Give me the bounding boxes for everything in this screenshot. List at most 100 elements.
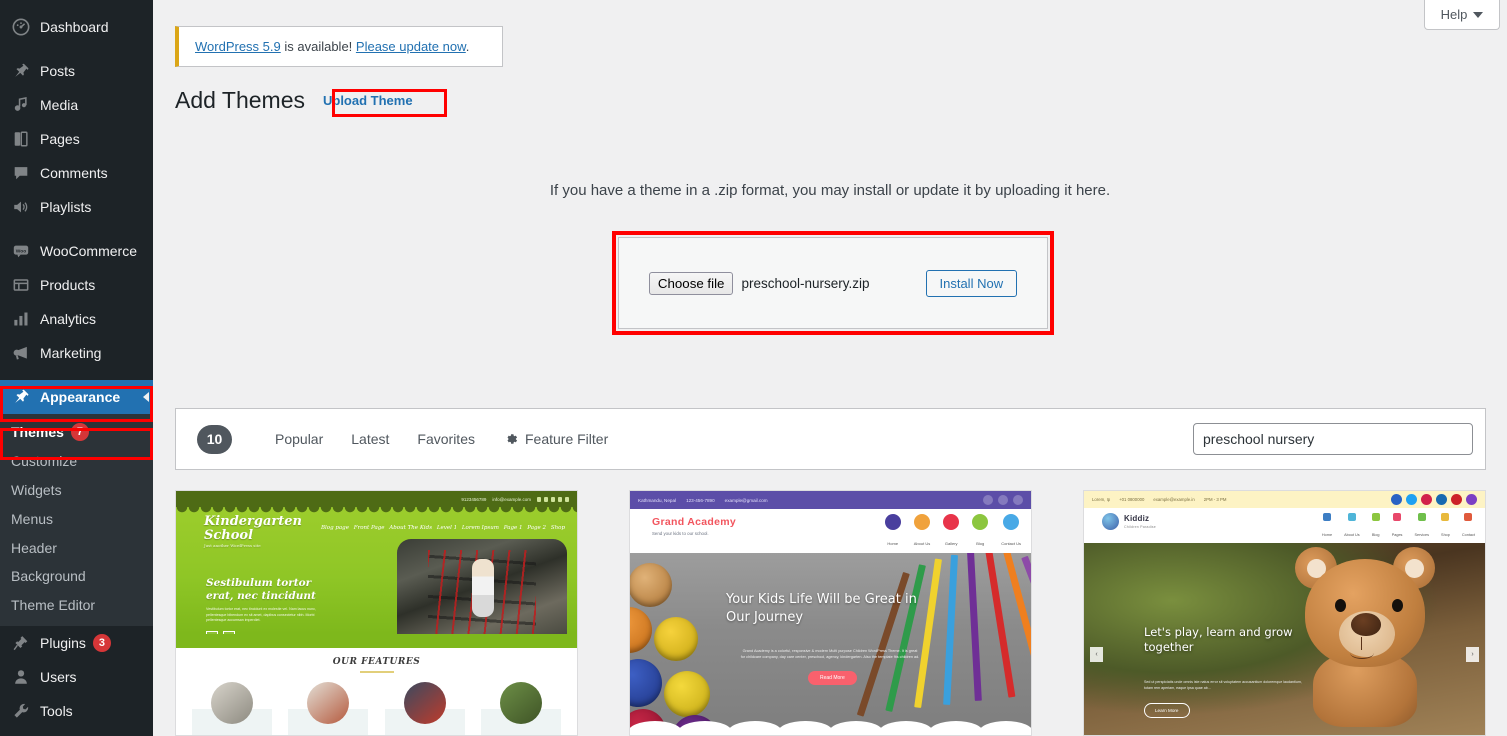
theme-screenshot: Kathmandu, Nepal 123-456-7890 example@gm…: [630, 491, 1031, 735]
theme3-hero: Let's play, learn and grow together Sed …: [1084, 543, 1485, 735]
theme3-cta-button: Learn More: [1144, 703, 1190, 718]
theme2-hero: Your Kids Life Will be Great in Our Jour…: [630, 553, 1031, 735]
comments-icon: [11, 163, 31, 183]
sidebar-item-playlists[interactable]: Playlists: [0, 190, 153, 224]
submenu-arrow-icon: [143, 392, 149, 402]
sidebar-subitem-themes[interactable]: Themes 7: [0, 418, 153, 447]
sidebar-subitem-label: Menus: [11, 510, 54, 527]
sidebar-subitem-widgets[interactable]: Widgets: [0, 476, 153, 505]
bear-eye-right: [1392, 599, 1403, 612]
theme2-hero-text: Grand Academy is a colorful, responsive …: [740, 649, 920, 660]
theme2-menu-item: About Us: [914, 514, 930, 550]
theme3-menu-item: About Us: [1344, 513, 1360, 541]
theme2-topbar-phone: 123-456-7890: [686, 497, 715, 503]
theme2-menu: Home About Us Gallery Blog Contact Us: [884, 514, 1021, 550]
theme2-menu-label: About Us: [913, 541, 931, 546]
sidebar-item-woocommerce[interactable]: Woo WooCommerce: [0, 234, 153, 268]
sidebar-item-label: Playlists: [40, 199, 92, 215]
install-now-button[interactable]: Install Now: [925, 269, 1018, 297]
sidebar-item-posts[interactable]: Posts: [0, 54, 153, 88]
sidebar-subitem-label: Themes: [11, 424, 64, 440]
sidebar-item-dashboard[interactable]: Dashboard: [0, 10, 153, 44]
theme-count-badge: 10: [197, 424, 232, 454]
sidebar-subitem-header[interactable]: Header: [0, 534, 153, 563]
theme2-menu-item: Home: [884, 514, 901, 550]
sidebar-item-products[interactable]: Products: [0, 268, 153, 302]
pages-icon: [1393, 513, 1402, 521]
theme1-logo: Kindergarten School Just another WordPres…: [204, 514, 302, 549]
sidebar-subitem-theme-editor[interactable]: Theme Editor: [0, 591, 153, 620]
theme2-social-icons: [983, 495, 1023, 505]
notice-text: WordPress 5.9 is available! Please updat…: [195, 39, 469, 54]
sidebar-item-comments[interactable]: Comments: [0, 156, 153, 190]
sidebar-subitem-customize[interactable]: Customize: [0, 447, 153, 476]
wordpress-version-link[interactable]: WordPress 5.9: [195, 39, 281, 54]
theme1-feature-image: [499, 682, 542, 724]
sidebar-item-marketing[interactable]: Marketing: [0, 336, 153, 370]
tab-latest[interactable]: Latest: [351, 431, 389, 447]
sidebar-subitem-menus[interactable]: Menus: [0, 505, 153, 534]
feature-filter-label: Feature Filter: [524, 431, 609, 447]
sidebar-item-analytics[interactable]: Analytics: [0, 302, 153, 336]
bear-eye-left: [1335, 599, 1346, 612]
theme2-topbar-location: Kathmandu, Nepal: [638, 497, 677, 503]
feature-filter-button[interactable]: Feature Filter: [503, 431, 608, 447]
theme1-nav-item: Lorem Ipsum: [461, 525, 499, 531]
themes-update-badge: 7: [70, 423, 89, 442]
theme-card-kindergarten-school[interactable]: 9123456789 info@example.com Kindergarten…: [175, 490, 578, 736]
menu-spacer-2: [0, 224, 153, 234]
bear-mouth: [1350, 637, 1374, 659]
sidebar-subitem-background[interactable]: Background: [0, 562, 153, 591]
tab-popular[interactable]: Popular: [275, 431, 323, 447]
theme2-menu-item: Blog: [972, 514, 989, 550]
theme2-nav: Grand Academy Send your kids to our scho…: [630, 509, 1031, 553]
sidebar-item-label: Appearance: [40, 389, 121, 405]
choose-file-button[interactable]: Choose file: [648, 271, 734, 295]
sidebar-item-users[interactable]: Users: [0, 660, 153, 694]
search-input[interactable]: [1193, 423, 1473, 455]
theme1-nav-item: Front Page: [353, 525, 385, 531]
sidebar-item-media[interactable]: Media: [0, 88, 153, 122]
theme3-menu-item: Services: [1414, 513, 1429, 541]
theme1-features-section: OUR FEATURES: [176, 648, 577, 735]
admin-sidebar: Dashboard Posts Media Pages Comments Pla…: [0, 0, 153, 736]
tab-favorites[interactable]: Favorites: [417, 431, 475, 447]
upload-theme-button[interactable]: Upload Theme: [317, 90, 419, 111]
speaker-icon: [11, 197, 31, 217]
theme3-menu-label: Contact: [1461, 533, 1475, 537]
sidebar-item-label: Users: [40, 669, 77, 686]
update-now-link[interactable]: Please update now: [356, 39, 466, 54]
sidebar-item-label: Dashboard: [40, 19, 109, 35]
sidebar-item-label: Tools: [40, 703, 73, 720]
theme1-feature-image: [403, 682, 446, 724]
blog-icon: [1371, 513, 1380, 521]
about-icon: [913, 514, 930, 530]
sidebar-item-appearance[interactable]: Appearance: [0, 380, 153, 414]
sidebar-item-label: Posts: [40, 63, 76, 79]
theme-card-kiddiz[interactable]: Lorem, Ip +01 0800000 example@example.in…: [1083, 490, 1486, 736]
theme1-band: [176, 634, 577, 648]
contact-icon: [1464, 513, 1473, 521]
sidebar-item-tools[interactable]: Tools: [0, 694, 153, 728]
users-icon: [11, 667, 31, 687]
main-content: Help WordPress 5.9 is available! Please …: [153, 0, 1507, 736]
theme3-menu-item: Home: [1322, 513, 1332, 541]
sidebar-subitem-label: Header: [11, 539, 57, 556]
theme1-topbar-email: info@example.com: [492, 496, 531, 502]
theme3-menu-label: Home: [1321, 533, 1333, 537]
theme3-menu-label: Pages: [1391, 533, 1403, 537]
theme1-nav-item: Page 1: [503, 525, 523, 531]
help-button[interactable]: Help: [1424, 0, 1500, 30]
theme-card-grand-academy[interactable]: Kathmandu, Nepal 123-456-7890 example@gm…: [629, 490, 1032, 736]
theme2-logo: Grand Academy Send your kids to our scho…: [652, 516, 736, 536]
theme3-menu-item: Shop: [1441, 513, 1450, 541]
page-header: Add Themes Upload Theme: [175, 86, 447, 117]
sidebar-item-plugins[interactable]: Plugins 3: [0, 626, 153, 660]
theme-screenshot: 9123456789 info@example.com Kindergarten…: [176, 491, 577, 735]
theme1-feature-image: [211, 682, 254, 724]
theme-filter-bar: 10 Popular Latest Favorites Feature Filt…: [175, 408, 1486, 470]
theme3-menu-label: Shop: [1441, 533, 1450, 537]
sidebar-item-pages[interactable]: Pages: [0, 122, 153, 156]
woocommerce-icon: Woo: [11, 241, 31, 261]
theme2-menu-item: Gallery: [943, 514, 960, 550]
